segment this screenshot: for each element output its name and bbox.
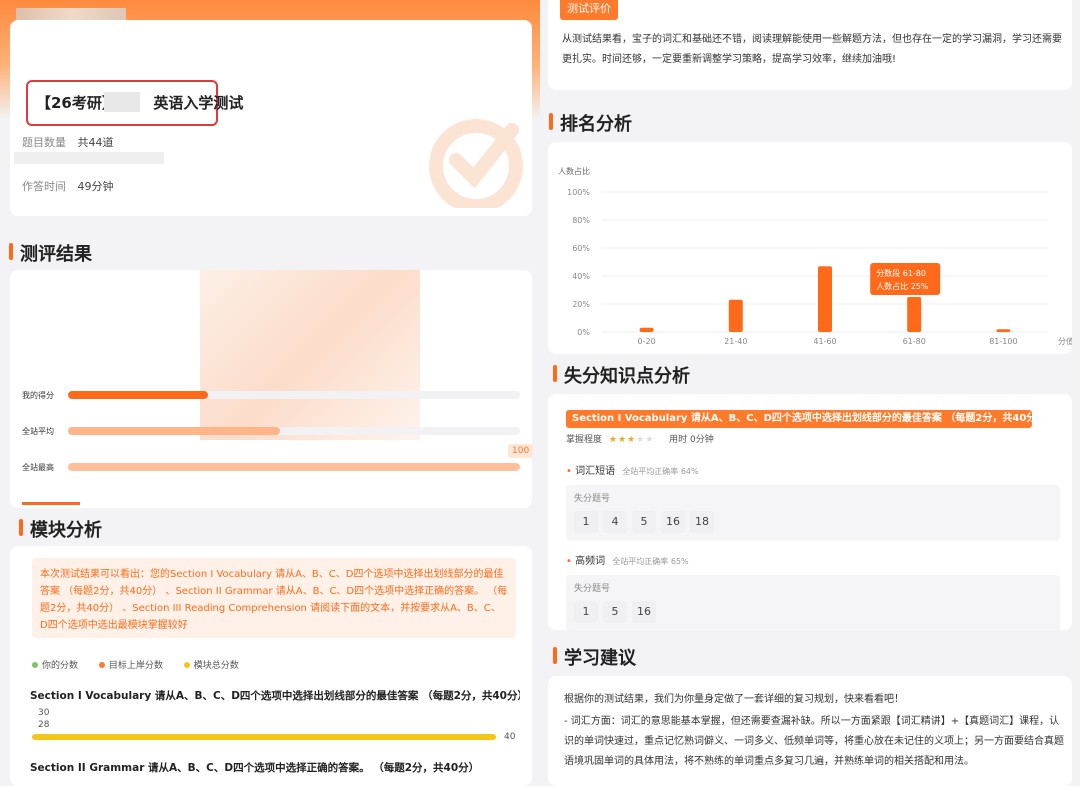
- y-axis-title: 人数占比: [558, 166, 590, 176]
- results-card: 我的得分 全站平均 100 全站最高: [10, 270, 534, 508]
- bar-21-40: [728, 299, 743, 332]
- lost-group: • 高频词 全站平均正确率 65% 失分题号 1 5 16: [566, 552, 1060, 631]
- star-icon: ★: [608, 435, 618, 445]
- y-tick-label: 20%: [572, 300, 590, 309]
- ranking-title: 排名分析: [549, 110, 632, 136]
- star-icon: ★: [627, 435, 637, 445]
- x-axis-title: 分值: [1058, 336, 1072, 346]
- advice-body: - 词汇方面：词汇的意思能基本掌握，但还需要查漏补缺。所以一方面紧跟【词汇精讲】…: [564, 716, 1064, 767]
- lost-question-number[interactable]: 4: [603, 511, 627, 533]
- lost-label: 失分题号: [574, 584, 611, 594]
- tooltip-line-2: 人数占比 25%: [876, 281, 929, 291]
- lost-question-number[interactable]: 18: [690, 511, 714, 533]
- blurred-score-chart: [200, 270, 420, 440]
- group-name: 词汇短语: [575, 466, 616, 477]
- lost-question-number[interactable]: 16: [632, 601, 656, 623]
- y-tick-label: 60%: [572, 244, 590, 253]
- blurred-name: [104, 92, 140, 112]
- module-v1: 30: [38, 708, 50, 718]
- results-row-max: 全站最高: [22, 462, 522, 474]
- results-row-avg: 全站平均: [22, 426, 522, 438]
- bar-81-100: [996, 329, 1011, 332]
- time-value: 49分钟: [77, 180, 114, 193]
- mastery-stars: ★★★★★: [609, 435, 654, 445]
- module-bar: [32, 734, 496, 740]
- results-row-label: 全站平均: [22, 427, 54, 436]
- test-info-card: 【26考研】 英语入学测试 题目数量 共44道 作答时间 49分钟: [10, 20, 532, 216]
- bar-41-60: [818, 266, 832, 332]
- x-tick-label: 21-40: [724, 337, 747, 346]
- star-icon: ★: [636, 435, 646, 445]
- y-tick-label: 80%: [572, 216, 590, 225]
- lost-question-number[interactable]: 16: [661, 511, 685, 533]
- results-title: 测评结果: [9, 240, 92, 266]
- max-fill: [68, 463, 520, 471]
- x-tick-label: 81-100: [989, 337, 1017, 346]
- lost-label: 失分题号: [574, 494, 611, 504]
- left-column: 【26考研】 英语入学测试 题目数量 共44道 作答时间 49分钟 测评结果 我…: [0, 0, 540, 786]
- tab-underline: [22, 502, 80, 505]
- module-name: Section I Vocabulary 请从A、B、C、D四个选项中选择出划线…: [30, 690, 520, 702]
- results-max-badge: 100: [508, 444, 534, 458]
- evaluation-text: 从测试结果看，宝子的词汇和基础还不错，阅读理解能使用一些解题方法，但也存在一定的…: [562, 34, 1062, 65]
- ranking-chart: 人数占比 0% 20% 40% 60% 80% 100% 0-20 21-40 41-60 61-8…: [558, 166, 1072, 346]
- lost-question-number[interactable]: 5: [632, 511, 656, 533]
- evaluation-tag: 测试评价: [560, 0, 618, 20]
- module-total: 40: [504, 732, 516, 742]
- star-icon: ★: [617, 435, 628, 445]
- question-count-row: 题目数量 共44道: [22, 134, 114, 150]
- tooltip-line-1: 分数段 61-80: [876, 268, 926, 278]
- time-used: 用时 0分钟: [669, 435, 714, 445]
- score-fill: [68, 391, 208, 399]
- lost-section-tag: Section I Vocabulary 请从A、B、C、D四个选项中选择出划线…: [566, 410, 1032, 428]
- legend-item: 模块总分数: [183, 661, 239, 671]
- lost-card: Section I Vocabulary 请从A、B、C、D四个选项中选择出划线…: [548, 394, 1072, 631]
- x-tick-label: 0-20: [638, 337, 656, 346]
- modules-summary: 本次测试结果可以看出：您的Section I Vocabulary 请从A、B、…: [32, 558, 516, 638]
- question-count-label: 题目数量: [22, 136, 66, 149]
- decor-logo-icon: [429, 119, 523, 208]
- x-tick-label: 41-60: [813, 337, 836, 346]
- lost-number-list: 1 5 16: [574, 600, 1052, 623]
- lost-title: 失分知识点分析: [553, 362, 690, 388]
- star-icon: ★: [645, 435, 655, 445]
- ranking-card: 人数占比 0% 20% 40% 60% 80% 100% 0-20 21-40 41-60 61-8…: [548, 142, 1072, 354]
- advice-card: 根据你的测试结果，我们为你量身定做了一套详细的复习规划，快来看看吧！ - 词汇方…: [548, 676, 1072, 786]
- evaluation-card: 测试评价 从测试结果看，宝子的词汇和基础还不错，阅读理解能使用一些解题方法，但也…: [548, 0, 1072, 90]
- avg-fill: [68, 427, 280, 435]
- advice-intro: 根据你的测试结果，我们为你量身定做了一套详细的复习规划，快来看看吧！: [564, 694, 904, 705]
- modules-legend: 你的分数 目标上岸分数 模块总分数: [32, 658, 239, 671]
- legend-item: 你的分数: [32, 661, 78, 671]
- legend-item: 目标上岸分数: [98, 661, 163, 671]
- modules-title: 模块分析: [19, 516, 102, 542]
- lost-question-number[interactable]: 1: [574, 601, 598, 623]
- modules-card: 本次测试结果可以看出：您的Section I Vocabulary 请从A、B、…: [10, 546, 532, 786]
- results-row-mine: 我的得分: [22, 390, 522, 402]
- y-tick-label: 40%: [572, 272, 590, 281]
- x-tick-label: 61-80: [903, 337, 926, 346]
- lost-question-number[interactable]: 5: [603, 601, 627, 623]
- y-tick-label: 0%: [577, 328, 590, 337]
- time-label: 作答时间: [22, 180, 66, 193]
- right-column: 测试评价 从测试结果看，宝子的词汇和基础还不错，阅读理解能使用一些解题方法，但也…: [540, 0, 1080, 786]
- lost-number-list: 1 4 5 16 18: [574, 510, 1052, 533]
- blurred-line: [14, 152, 164, 164]
- group-name: 高频词: [575, 556, 606, 567]
- results-row-label: 我的得分: [22, 391, 54, 400]
- module-v2: 28: [38, 720, 50, 730]
- results-row-label: 全站最高: [22, 463, 54, 472]
- group-avg: 全站平均正确率 64%: [622, 467, 699, 476]
- question-count-value: 共44道: [77, 136, 114, 149]
- lost-question-number[interactable]: 1: [574, 511, 598, 533]
- lost-group: • 词汇短语 全站平均正确率 64% 失分题号 1 4 5 16 18: [566, 462, 1060, 541]
- bar-0-20: [639, 327, 654, 332]
- time-row: 作答时间 49分钟: [22, 178, 114, 194]
- module-name: Section II Grammar 请从A、B、C、D四个选项中选择正确的答案…: [30, 762, 480, 774]
- bar-61-80: [907, 297, 922, 332]
- group-avg: 全站平均正确率 65%: [612, 557, 689, 566]
- y-tick-label: 100%: [567, 188, 590, 197]
- advice-title: 学习建议: [553, 644, 636, 670]
- mastery-row: 掌握程度 ★★★★★ 用时 0分钟: [566, 432, 714, 445]
- mastery-label: 掌握程度: [566, 435, 603, 445]
